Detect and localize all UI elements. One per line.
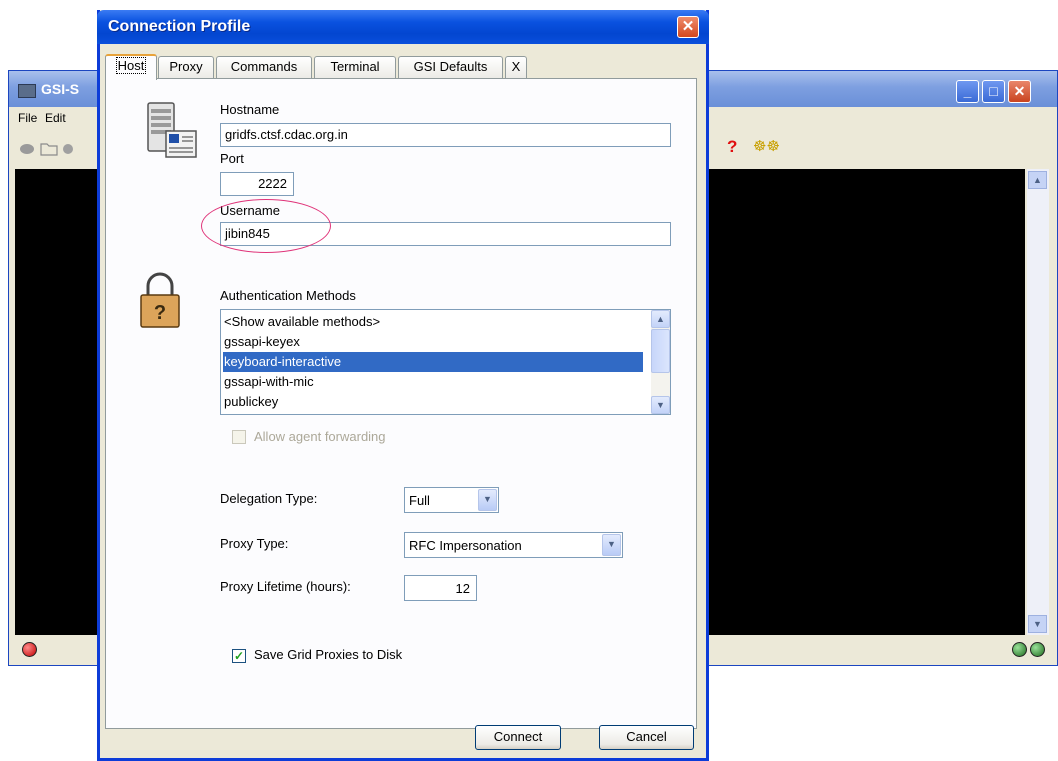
scroll-thumb[interactable] [651, 329, 670, 373]
connect-button[interactable]: Connect [475, 725, 561, 750]
hostname-label: Hostname [220, 102, 280, 117]
list-item[interactable]: <Show available methods> [223, 312, 643, 332]
scroll-down-icon[interactable]: ▼ [1028, 615, 1047, 633]
scroll-down-icon[interactable]: ▼ [651, 396, 670, 414]
menu-edit[interactable]: Edit [45, 111, 66, 125]
tab-commands[interactable]: Commands [216, 56, 312, 78]
proxy-type-select[interactable]: RFC Impersonation ▼ [404, 532, 623, 558]
scroll-up-icon[interactable]: ▲ [651, 310, 670, 328]
delegation-type-label: Delegation Type: [220, 491, 318, 506]
disconnected-led-icon [22, 642, 37, 657]
minimize-button[interactable]: _ [956, 80, 979, 103]
toolbar-icons-left[interactable] [19, 141, 99, 157]
tab-proxy[interactable]: Proxy [158, 56, 214, 78]
proxy-type-value: RFC Impersonation [409, 538, 522, 553]
save-proxies-checkbox[interactable]: ✓ [232, 649, 246, 663]
port-label: Port [220, 151, 244, 166]
proxy-type-label: Proxy Type: [220, 536, 289, 551]
svg-text:?: ? [154, 302, 166, 324]
list-item[interactable]: gssapi-keyex [223, 332, 643, 352]
proxy-lifetime-input[interactable]: 12 [404, 575, 477, 601]
terminal-scrollbar[interactable]: ▲ ▼ [1027, 169, 1049, 635]
cancel-button[interactable]: Cancel [599, 725, 694, 750]
host-tab-panel: Hostname gridfs.ctsf.cdac.org.in Port 22… [105, 78, 697, 729]
connection-profile-dialog: Connection Profile ✕ Host Proxy Commands… [97, 10, 709, 761]
delegation-type-select[interactable]: Full ▼ [404, 487, 499, 513]
dialog-title-bar[interactable]: Connection Profile ✕ [97, 10, 709, 44]
tab-terminal[interactable]: Terminal [314, 56, 396, 78]
proxy-lifetime-label: Proxy Lifetime (hours): [220, 579, 351, 594]
agent-forwarding-checkbox[interactable] [232, 430, 246, 444]
background-close-button[interactable]: ✕ [1008, 80, 1031, 103]
dialog-title: Connection Profile [108, 18, 251, 35]
auth-methods-label: Authentication Methods [220, 288, 356, 303]
tab-host[interactable]: Host [105, 54, 157, 80]
list-scrollbar[interactable]: ▲ ▼ [651, 310, 670, 414]
led-green-icon [1012, 642, 1027, 657]
help-icon[interactable]: ? [727, 137, 737, 157]
padlock-icon: ? [140, 272, 180, 328]
auth-methods-list[interactable]: <Show available methods> gssapi-keyex ke… [220, 309, 671, 415]
menu-file[interactable]: File [18, 111, 37, 125]
network-icon[interactable]: ☸☸ [753, 137, 780, 155]
server-icon [147, 102, 197, 158]
list-item[interactable]: publickey [223, 392, 643, 412]
app-icon [18, 84, 36, 98]
agent-forwarding-label: Allow agent forwarding [254, 429, 386, 444]
chevron-down-icon[interactable]: ▼ [602, 534, 621, 556]
hostname-input[interactable]: gridfs.ctsf.cdac.org.in [220, 123, 671, 147]
background-window-title: GSI-S [41, 81, 80, 97]
maximize-button[interactable]: □ [982, 80, 1005, 103]
save-proxies-label: Save Grid Proxies to Disk [254, 647, 403, 662]
tab-x[interactable]: X [505, 56, 527, 78]
list-item[interactable]: gssapi-with-mic [223, 372, 643, 392]
list-item-selected[interactable]: keyboard-interactive [223, 352, 643, 372]
chevron-down-icon[interactable]: ▼ [478, 489, 497, 511]
led-green-icon-2 [1030, 642, 1045, 657]
tab-gsi-defaults[interactable]: GSI Defaults [398, 56, 503, 78]
port-input[interactable]: 2222 [220, 172, 294, 196]
delegation-type-value: Full [409, 493, 430, 508]
annotation-circle [201, 199, 331, 253]
scroll-up-icon[interactable]: ▲ [1028, 171, 1047, 189]
dialog-close-button[interactable]: ✕ [677, 16, 699, 38]
